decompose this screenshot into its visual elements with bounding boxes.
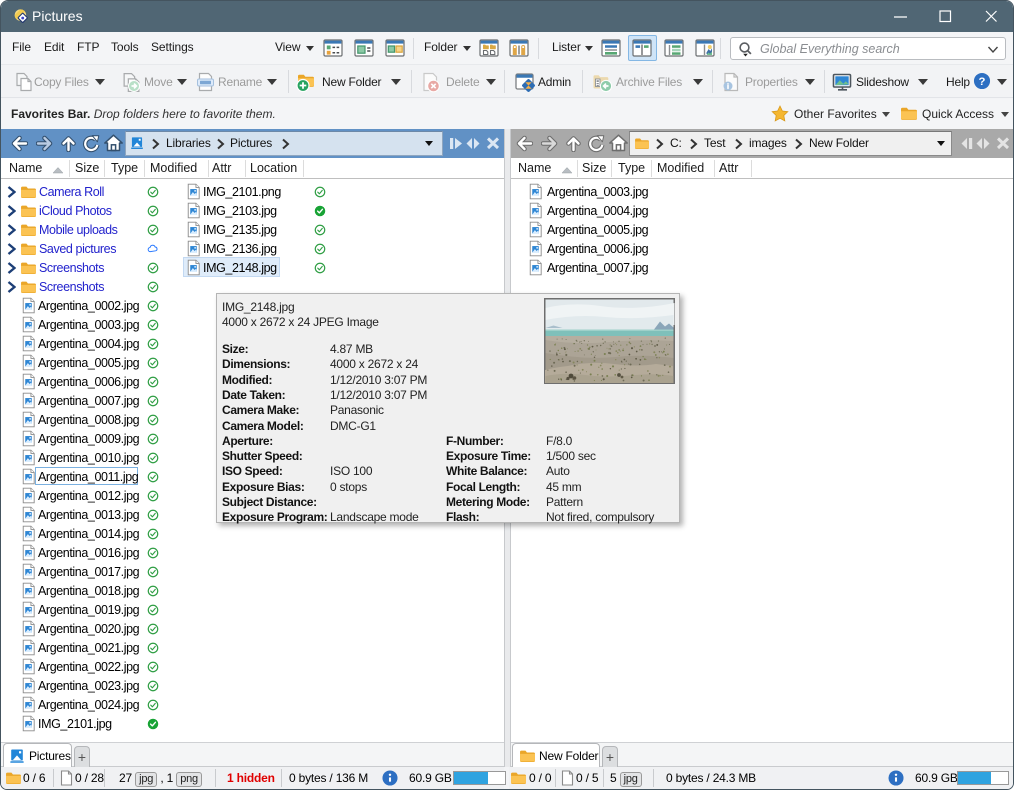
svg-text:?: ? xyxy=(979,76,986,88)
